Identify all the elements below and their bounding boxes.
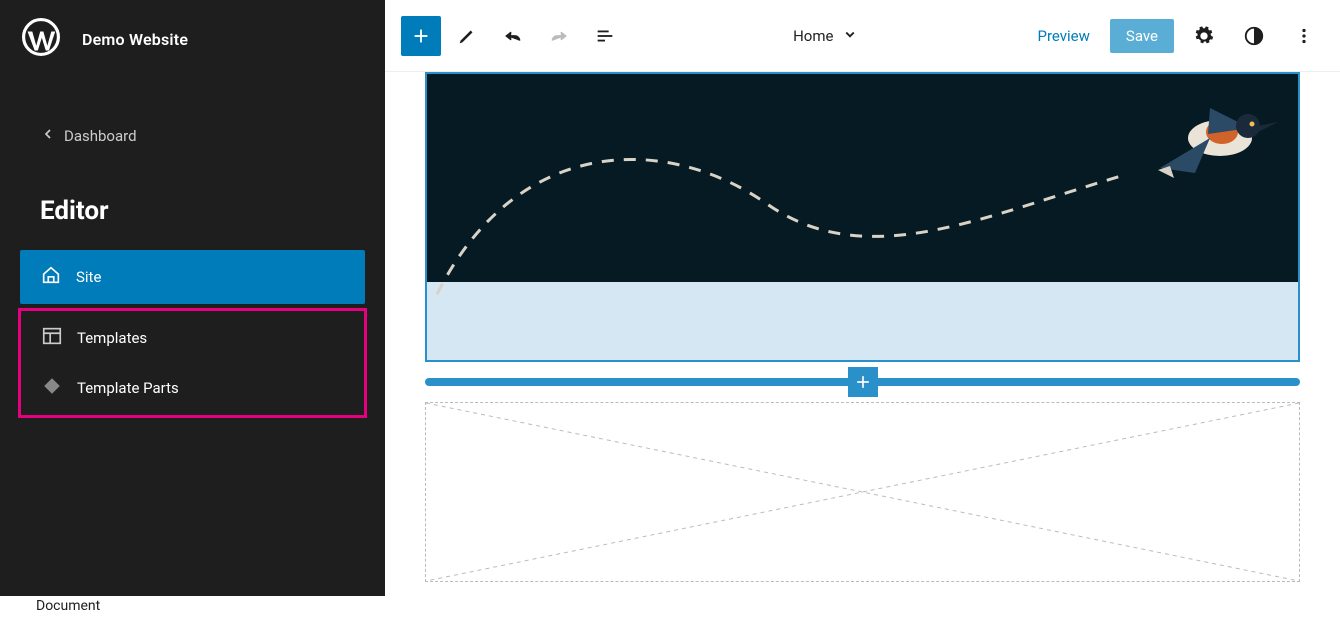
chevron-left-icon	[40, 126, 56, 146]
nav-item-site[interactable]: Site	[20, 250, 365, 304]
inline-add-block-button[interactable]	[848, 367, 878, 397]
editor-canvas[interactable]	[385, 72, 1340, 596]
callout-highlight: Templates Template Parts	[18, 308, 367, 418]
preview-button[interactable]: Preview	[1028, 19, 1100, 53]
layout-icon	[41, 325, 63, 351]
settings-button[interactable]	[1184, 16, 1224, 56]
editor-heading: Editor	[0, 158, 385, 250]
edit-tool-button[interactable]	[447, 16, 487, 56]
toolbar-right: Preview Save	[1028, 16, 1325, 56]
nav-list: Site	[0, 250, 385, 304]
nav-item-templates[interactable]: Templates	[21, 313, 364, 363]
status-bar: Document	[0, 596, 1340, 619]
redo-button[interactable]	[539, 16, 579, 56]
block-appender-bar[interactable]	[425, 378, 1300, 386]
nav-item-label: Templates	[77, 329, 147, 347]
nav-item-label: Site	[76, 268, 101, 286]
back-label: Dashboard	[64, 127, 137, 145]
editor-toolbar: Home Preview Save	[385, 0, 1340, 72]
more-options-button[interactable]	[1284, 16, 1324, 56]
add-block-button[interactable]	[401, 16, 441, 56]
empty-block-placeholder[interactable]	[425, 402, 1300, 582]
back-to-dashboard[interactable]: Dashboard	[0, 114, 385, 158]
editor-main: Home Preview Save	[385, 0, 1340, 596]
undo-button[interactable]	[493, 16, 533, 56]
styles-button[interactable]	[1234, 16, 1274, 56]
sidebar-header: Demo Website	[0, 0, 385, 78]
diamond-icon	[41, 375, 63, 401]
status-text: Document	[36, 598, 100, 614]
bird-illustration-icon	[1140, 78, 1290, 198]
nav-item-label: Template Parts	[77, 379, 179, 397]
nav-item-template-parts[interactable]: Template Parts	[21, 363, 364, 413]
list-view-button[interactable]	[585, 16, 625, 56]
document-switcher[interactable]: Home	[631, 25, 1022, 47]
site-title: Demo Website	[82, 30, 188, 49]
hero-block[interactable]	[425, 72, 1300, 362]
save-button[interactable]: Save	[1110, 19, 1174, 53]
home-icon	[40, 264, 62, 290]
chevron-down-icon	[841, 25, 859, 47]
document-title: Home	[793, 27, 833, 45]
wordpress-logo-icon[interactable]	[22, 18, 60, 60]
editor-sidebar: Demo Website Dashboard Editor Site Templ…	[0, 0, 385, 596]
